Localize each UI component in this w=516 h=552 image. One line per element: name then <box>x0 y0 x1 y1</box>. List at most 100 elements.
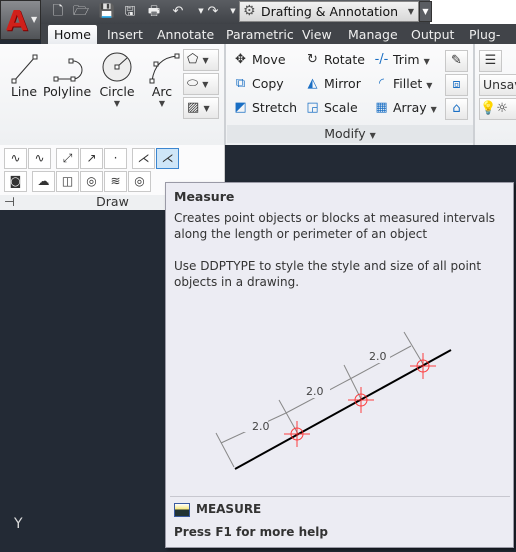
fillet-button[interactable]: ◜ Fillet ▼ <box>373 74 432 94</box>
tab-insert[interactable]: Insert <box>101 25 149 44</box>
chevron-down-icon[interactable]: ▼ <box>147 99 177 108</box>
extension-line <box>343 364 362 400</box>
modify-label: Modify <box>324 126 366 141</box>
customize-toolbar-button[interactable]: ▼ <box>419 1 432 22</box>
divide-button[interactable]: ⋌ <box>132 148 155 169</box>
chevron-down-icon: ▼ <box>369 131 376 140</box>
tooltip-help: Press F1 for more help <box>174 525 328 539</box>
spline-fit-button[interactable]: ∿ <box>4 148 27 169</box>
offset-button[interactable]: ⌂ <box>445 98 468 120</box>
erase-icon: ✎ <box>451 53 462 68</box>
circle-button[interactable]: Circle ▼ <box>98 48 136 108</box>
ellipse-button[interactable]: ⬭ ▼ <box>183 73 219 95</box>
copy-button[interactable]: ⧉ Copy <box>232 74 284 94</box>
sun-icon: ☼ <box>496 101 508 116</box>
array-button[interactable]: ▦ Array ▼ <box>373 98 436 118</box>
explode-button[interactable]: ⧈ <box>445 74 468 96</box>
line-button[interactable]: Line <box>5 48 43 99</box>
pin-icon[interactable]: ⊣ <box>4 195 15 209</box>
application-menu-button[interactable]: A ▼ <box>0 0 41 40</box>
arc-icon <box>149 53 180 84</box>
chevron-down-icon: ▼ <box>407 7 414 16</box>
helix-button[interactable]: ≋ <box>104 171 127 192</box>
chevron-down-icon: ▼ <box>203 104 210 113</box>
layer-state-buttons[interactable]: 💡☼ <box>479 98 516 120</box>
scale-button[interactable]: ◲ Scale <box>304 98 358 118</box>
open-icon[interactable]: 🗁 <box>72 3 90 20</box>
stretch-label: Stretch <box>252 100 298 115</box>
donut-button[interactable]: ◎ <box>128 171 151 192</box>
move-icon: ✥ <box>235 52 246 67</box>
hatch-button[interactable]: ▨ ▼ <box>183 97 219 119</box>
plot-icon[interactable]: 🖶 <box>145 3 163 20</box>
tab-plugins[interactable]: Plug-ins <box>463 25 516 61</box>
autocad-logo-icon: A <box>6 4 28 37</box>
measure-button[interactable]: ⋌ <box>156 148 179 169</box>
measure-illustration: 2.0 2.0 2.0 <box>215 331 452 470</box>
chevron-down-icon: ▼ <box>202 80 209 89</box>
dimension-label: 2.0 <box>252 420 270 433</box>
measured-line <box>234 349 452 470</box>
layer-properties-button[interactable]: ☰ <box>479 50 502 72</box>
save-icon[interactable]: 💾 <box>98 3 116 20</box>
xline-button[interactable]: ⤢ <box>56 148 79 169</box>
erase-button[interactable]: ✎ <box>445 50 468 72</box>
tab-parametric[interactable]: Parametric <box>220 25 300 44</box>
polygon-icon: ⬠ <box>187 52 199 67</box>
boundary-button[interactable]: ◙ <box>4 171 27 192</box>
revcloud-button[interactable]: ◎ <box>80 171 103 192</box>
copy-label: Copy <box>252 76 284 91</box>
rotate-button[interactable]: ↻ Rotate <box>304 50 365 70</box>
undo-icon[interactable]: ↶ <box>169 3 187 20</box>
lightbulb-icon: 💡 <box>480 101 497 116</box>
trim-icon: -/- <box>374 52 389 67</box>
circle-icon <box>102 52 132 82</box>
modify-panel-title[interactable]: Modify ▼ <box>227 125 473 143</box>
point-button[interactable]: · <box>104 148 127 169</box>
mirror-button[interactable]: ◭ Mirror <box>304 74 361 94</box>
arc-button[interactable]: Arc ▼ <box>147 48 180 108</box>
ray-button[interactable]: ↗ <box>80 148 103 169</box>
polygon-button[interactable]: ⬠ ▼ <box>183 49 219 71</box>
rotate-icon: ↻ <box>307 52 318 67</box>
trim-button[interactable]: -/- Trim ▼ <box>373 50 430 70</box>
spline-cv-button[interactable]: ∿ <box>28 148 51 169</box>
redo-icon[interactable]: ↷ <box>204 3 222 20</box>
hatch-icon: ▨ <box>187 100 200 115</box>
layer-dropdown[interactable]: Unsave <box>479 74 516 96</box>
chevron-down-icon: ▼ <box>423 57 430 66</box>
offset-icon: ⌂ <box>452 101 461 116</box>
chevron-down-icon[interactable]: ▼ <box>98 99 136 108</box>
arc-label: Arc <box>151 84 173 99</box>
command-icon <box>174 503 190 517</box>
draw-label: Draw <box>96 194 129 209</box>
point-markers <box>284 353 436 447</box>
layer-properties-icon: ☰ <box>484 53 497 68</box>
tab-annotate[interactable]: Annotate <box>151 25 220 44</box>
wipeout-button[interactable]: ◫ <box>56 171 79 192</box>
mirror-icon: ◭ <box>307 76 318 91</box>
tab-home[interactable]: Home <box>48 25 97 44</box>
save-as-icon[interactable]: 🖫 <box>121 3 139 20</box>
move-button[interactable]: ✥ Move <box>232 50 286 70</box>
scale-label: Scale <box>324 100 358 115</box>
tab-view[interactable]: View <box>296 25 338 44</box>
region-button[interactable]: ☁ <box>32 171 55 192</box>
polyline-icon <box>53 58 83 82</box>
polyline-label: Polyline <box>43 84 92 99</box>
rotate-label: Rotate <box>324 52 365 67</box>
tab-manage[interactable]: Manage <box>342 25 404 44</box>
tab-output[interactable]: Output <box>405 25 460 44</box>
copy-icon: ⧉ <box>235 76 246 91</box>
trim-label: Trim <box>393 52 420 67</box>
new-icon[interactable]: 🗋 <box>49 3 67 20</box>
move-label: Move <box>252 52 286 67</box>
workspace-dropdown[interactable]: ⚙ Drafting & Annotation ▼ <box>239 1 419 22</box>
chevron-down-icon: ▼ <box>31 15 38 24</box>
polyline-button[interactable]: Polyline <box>43 48 91 99</box>
title-bar-blank <box>430 0 516 24</box>
stretch-button[interactable]: ◩ Stretch <box>232 98 297 118</box>
draw-panel: Line Polyline Circle ▼ Arc ▼ ⬠ ▼ ⬭ ▼ ▨ ▼ <box>0 44 226 145</box>
chevron-down-icon: ▼ <box>202 56 209 65</box>
array-label: Array <box>393 100 427 115</box>
